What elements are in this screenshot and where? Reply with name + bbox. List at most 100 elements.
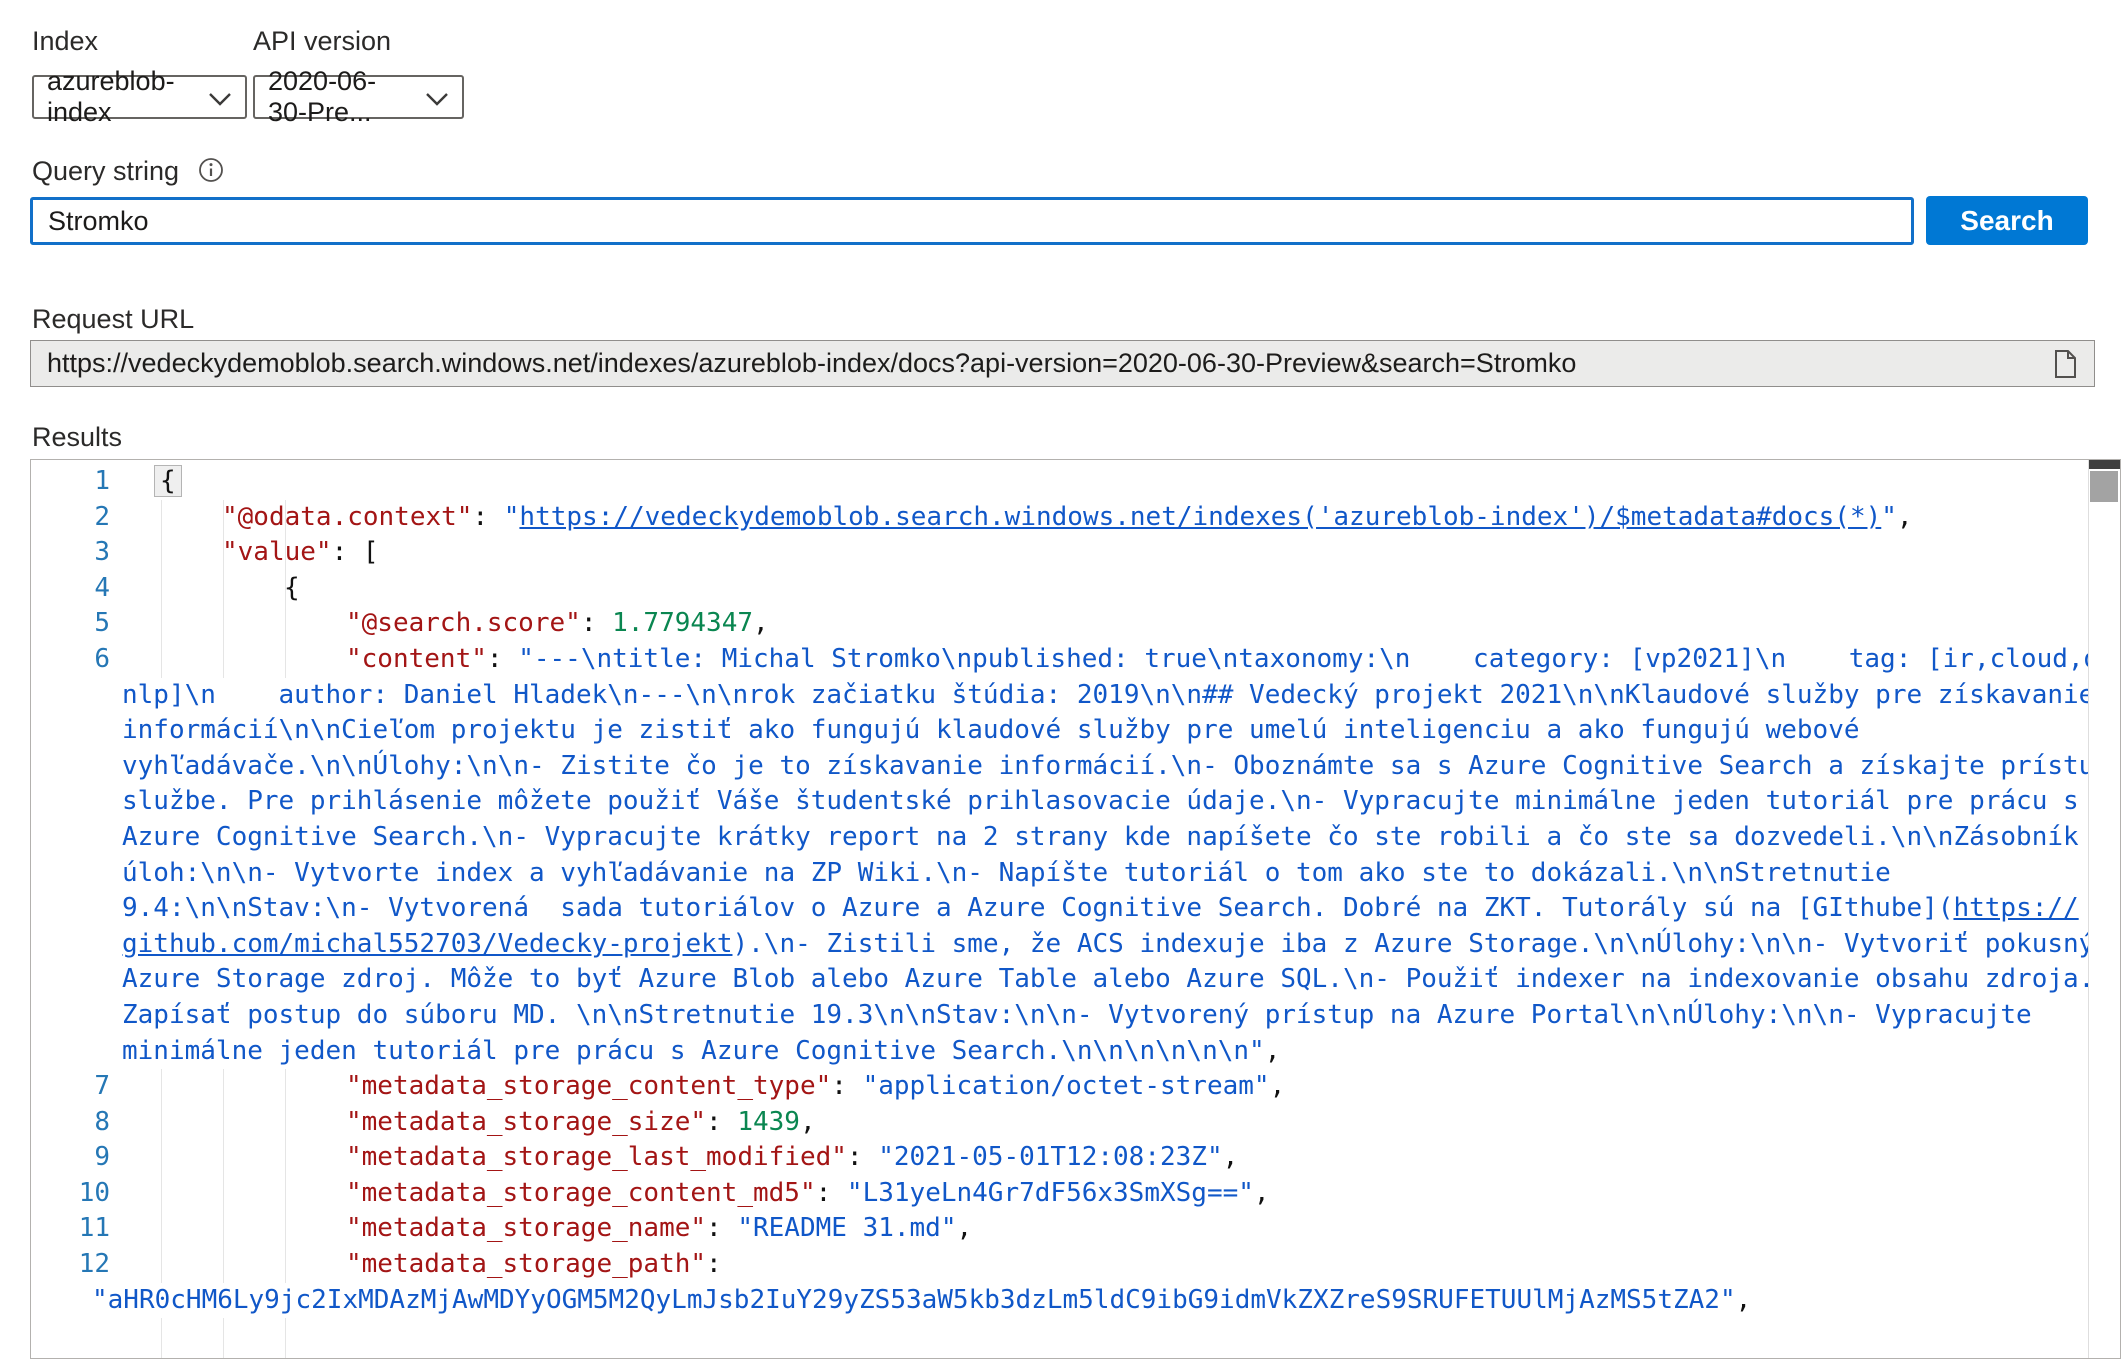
code-row: 9.4:\n\nStav:\n- Vytvorená sada tutoriál… bbox=[31, 891, 2088, 927]
json-link[interactable]: https:// bbox=[1953, 893, 2078, 923]
index-dropdown[interactable]: azureblob-index bbox=[32, 75, 247, 119]
code-token: : bbox=[472, 502, 503, 532]
code-token: , bbox=[957, 1213, 973, 1243]
code-line: "metadata_storage_last_modified": "2021-… bbox=[122, 1140, 1238, 1176]
code-line: 9.4:\n\nStav:\n- Vytvorená sada tutoriál… bbox=[122, 891, 2079, 927]
index-dropdown-value: azureblob-index bbox=[47, 66, 198, 128]
code-token: : bbox=[706, 1249, 722, 1279]
code-row: úloh:\n\n- Vytvorte index a vyhľadávanie… bbox=[31, 856, 2088, 892]
code-line: "metadata_storage_name": "README 31.md", bbox=[122, 1211, 972, 1247]
code-token: : bbox=[706, 1213, 737, 1243]
code-row: 3"value": [ bbox=[31, 535, 2088, 571]
code-token: 1.7794347 bbox=[612, 608, 753, 638]
code-line: "@search.score": 1.7794347, bbox=[122, 606, 769, 642]
line-number bbox=[31, 749, 110, 785]
code-token: , bbox=[753, 608, 769, 638]
code-token: 9.4:\n\nStav:\n- Vytvorená sada tutoriál… bbox=[122, 893, 1953, 923]
code-token: , bbox=[1254, 1178, 1270, 1208]
line-number bbox=[31, 891, 110, 927]
code-line: "@odata.context": "https://vedeckydemobl… bbox=[122, 500, 1913, 536]
code-token: : bbox=[831, 1071, 862, 1101]
code-row: 10 "metadata_storage_content_md5": "L31ye… bbox=[31, 1176, 2088, 1212]
code-token: "metadata_storage_size" bbox=[346, 1107, 706, 1137]
code-row: 8 "metadata_storage_size": 1439, bbox=[31, 1105, 2088, 1141]
code-token: "@odata.context" bbox=[222, 502, 472, 532]
code-token: " bbox=[1881, 502, 1897, 532]
code-token: " bbox=[504, 502, 520, 532]
api-version-dropdown[interactable]: 2020-06-30-Pre... bbox=[253, 75, 464, 119]
code-row: Azure Storage zdroj. Môže to byť Azure B… bbox=[31, 962, 2088, 998]
code-row: vyhľadávače.\n\nÚlohy:\n\n- Zistite čo j… bbox=[31, 749, 2088, 785]
results-code-panel: 1{2 "@odata.context": "https://vedeckydem… bbox=[30, 459, 2121, 1359]
line-number: 10 bbox=[31, 1176, 110, 1212]
chevron-down-icon bbox=[208, 82, 232, 113]
code-token: "metadata_storage_content_type" bbox=[346, 1071, 831, 1101]
code-token: Azure Cognitive Search.\n- Vypracujte kr… bbox=[122, 822, 2079, 852]
line-number bbox=[31, 927, 110, 963]
code-token: "metadata_storage_path" bbox=[346, 1249, 706, 1279]
code-token: informácií\n\nCieľom projektu je zistiť … bbox=[122, 715, 1860, 745]
line-number: 7 bbox=[31, 1069, 110, 1105]
line-number: 9 bbox=[31, 1140, 110, 1176]
line-number bbox=[31, 1034, 110, 1070]
code-line: informácií\n\nCieľom projektu je zistiť … bbox=[122, 713, 1860, 749]
code-line: "metadata_storage_content_type": "applic… bbox=[122, 1069, 1285, 1105]
request-url-label: Request URL bbox=[32, 304, 194, 335]
code-token: { bbox=[154, 465, 182, 497]
request-url-value: https://vedeckydemoblob.search.windows.n… bbox=[47, 348, 2040, 379]
code-line: "content": "---\ntitle: Michal Stromko\n… bbox=[122, 642, 2121, 678]
code-row: 7 "metadata_storage_content_type": "appli… bbox=[31, 1069, 2088, 1105]
code-token: : bbox=[581, 608, 612, 638]
code-line: službe. Pre prihlásenie môžete použiť Vá… bbox=[122, 784, 2079, 820]
code-line: "aHR0cHM6Ly9jc2IxMDAzMjAwMDYyOGM5M2QyLmJ… bbox=[92, 1283, 1751, 1319]
json-link[interactable]: https://vedeckydemoblob.search.windows.n… bbox=[519, 502, 1881, 532]
code-token: : bbox=[816, 1178, 847, 1208]
code-row: 4{ bbox=[31, 571, 2088, 607]
code-token: , bbox=[1270, 1071, 1286, 1101]
line-number: 11 bbox=[31, 1211, 110, 1247]
code-token: , bbox=[1736, 1285, 1752, 1315]
code-token: "2021-05-01T12:08:23Z" bbox=[878, 1142, 1222, 1172]
scrollbar-thumb[interactable] bbox=[2090, 471, 2118, 502]
code-token: , bbox=[1897, 502, 1913, 532]
code-row: 6"content": "---\ntitle: Michal Stromko\… bbox=[31, 642, 2088, 678]
code-token: "L31yeLn4Gr7dF56x3SmXSg==" bbox=[847, 1178, 1254, 1208]
search-button[interactable]: Search bbox=[1926, 196, 2088, 245]
copy-icon[interactable] bbox=[2052, 349, 2078, 379]
line-number bbox=[31, 713, 110, 749]
code-row: Azure Cognitive Search.\n- Vypracujte kr… bbox=[31, 820, 2088, 856]
code-token: "content" bbox=[346, 644, 487, 674]
code-token: , bbox=[1223, 1142, 1239, 1172]
json-link[interactable]: github.com/michal552703/Vedecky-projekt bbox=[122, 929, 732, 959]
index-label: Index bbox=[32, 26, 98, 57]
line-number: 8 bbox=[31, 1105, 110, 1141]
code-token: : [ bbox=[332, 537, 379, 567]
code-row: Zapísať postup do súboru MD. \n\nStretnu… bbox=[31, 998, 2088, 1034]
code-line: { bbox=[122, 464, 182, 500]
search-explorer: Index API version azureblob-index 2020-0… bbox=[0, 0, 2124, 1332]
code-row: 1{ bbox=[31, 464, 2088, 500]
results-label: Results bbox=[32, 422, 122, 453]
code-row: nlp]\n author: Daniel Hladek\n---\n\nrok… bbox=[31, 678, 2088, 714]
line-number bbox=[31, 678, 110, 714]
code-line: "value": [ bbox=[122, 535, 379, 571]
api-version-label: API version bbox=[253, 26, 391, 57]
code-line: úloh:\n\n- Vytvorte index a vyhľadávanie… bbox=[122, 856, 1891, 892]
code-token: , bbox=[800, 1107, 816, 1137]
code-line: "metadata_storage_size": 1439, bbox=[122, 1105, 816, 1141]
code-line: { bbox=[122, 571, 300, 607]
code-token: "metadata_storage_content_md5" bbox=[346, 1178, 816, 1208]
code-token: vyhľadávače.\n\nÚlohy:\n\n- Zistite čo j… bbox=[122, 751, 2121, 781]
code-token: službe. Pre prihlásenie môžete použiť Vá… bbox=[122, 786, 2079, 816]
info-icon[interactable] bbox=[198, 157, 224, 188]
line-number: 4 bbox=[31, 571, 110, 607]
code-token: minimálne jeden tutoriál pre prácu s Azu… bbox=[122, 1036, 1265, 1066]
code-token: "README 31.md" bbox=[737, 1213, 956, 1243]
code-token: "metadata_storage_last_modified" bbox=[346, 1142, 847, 1172]
query-string-input[interactable] bbox=[30, 197, 1914, 245]
code-row: službe. Pre prihlásenie môžete použiť Vá… bbox=[31, 784, 2088, 820]
api-version-dropdown-value: 2020-06-30-Pre... bbox=[268, 66, 415, 128]
code-line: github.com/michal552703/Vedecky-projekt)… bbox=[122, 927, 2094, 963]
line-number: 2 bbox=[31, 500, 110, 536]
code-token: Azure Storage zdroj. Môže to byť Azure B… bbox=[122, 964, 2121, 994]
